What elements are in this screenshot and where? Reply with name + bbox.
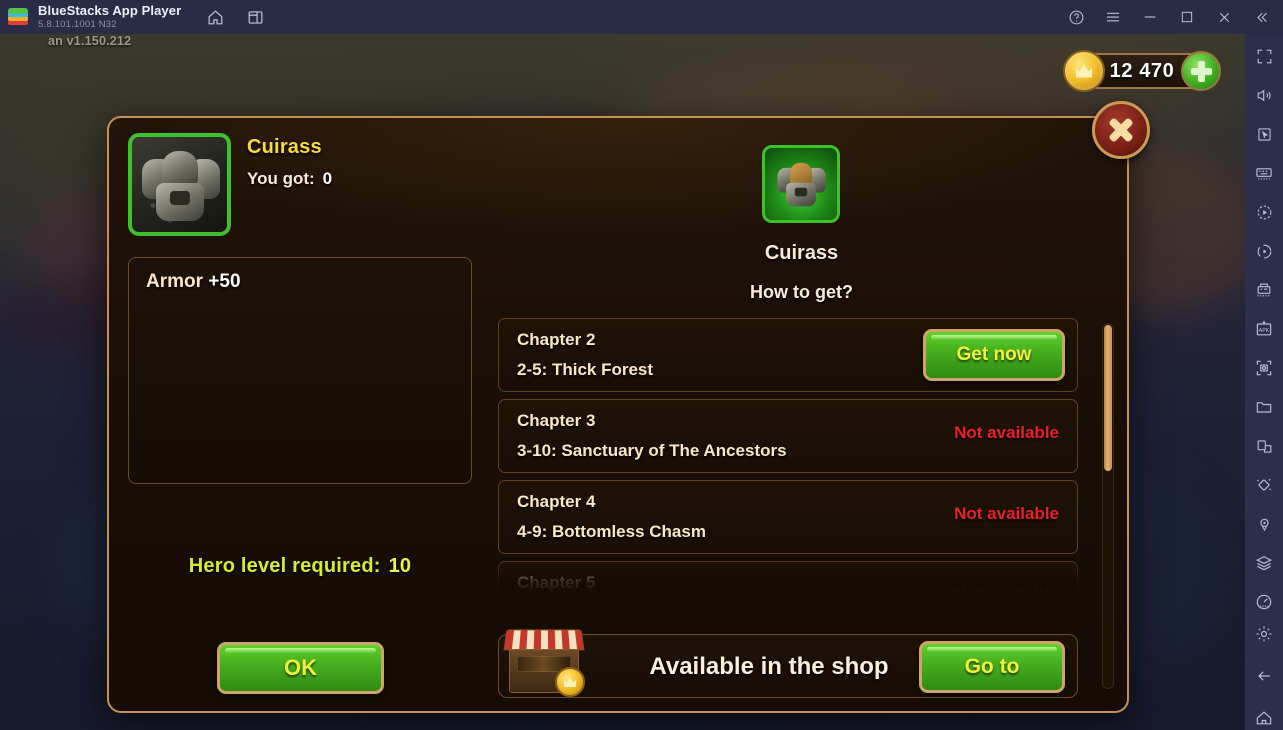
ok-button-label: OK: [284, 655, 317, 680]
add-currency-button[interactable]: [1181, 51, 1221, 91]
market-stall-icon: [497, 621, 593, 705]
bluestacks-logo-icon: [8, 8, 28, 26]
chapter-row[interactable]: Chapter 4 4-9: Bottomless Chasm Not avai…: [498, 480, 1078, 554]
close-window-icon[interactable]: [1214, 7, 1234, 27]
crown-coin-icon: [1063, 50, 1105, 92]
go-to-shop-button[interactable]: Go to: [919, 641, 1065, 693]
stat-value: +50: [208, 271, 241, 292]
chapter-list-scrollbar[interactable]: [1102, 323, 1114, 689]
shop-promo-text: Available in the shop: [649, 653, 889, 680]
help-icon[interactable]: [1066, 7, 1086, 27]
item-title-right: Cuirass: [764, 242, 839, 264]
back-icon[interactable]: [1252, 664, 1276, 688]
item-thumbnail: [128, 133, 231, 236]
close-dialog-button[interactable]: [1092, 101, 1150, 159]
how-to-get-label: How to get?: [750, 282, 853, 302]
chapter-status-badge: Not available: [954, 423, 1059, 442]
keyboard-icon[interactable]: [1252, 161, 1276, 185]
screenshot-icon[interactable]: [1252, 356, 1276, 380]
get-now-label: Get now: [956, 344, 1032, 365]
ok-button[interactable]: OK: [217, 642, 384, 694]
window-titlebar: BlueStacks App Player 5.8.101.1001 N32: [0, 0, 1283, 34]
chapter-stage: 4-9: Bottomless Chasm: [517, 522, 706, 541]
window-controls: [1066, 0, 1277, 34]
location-icon[interactable]: [1252, 512, 1276, 536]
app-version: 5.8.101.1001 N32: [38, 19, 117, 31]
chapter-number: Chapter 2: [517, 330, 596, 349]
titlebar-text-group: BlueStacks App Player 5.8.101.1001 N32: [38, 4, 181, 30]
hero-level-value: 10: [388, 555, 412, 577]
minimize-icon[interactable]: [1140, 7, 1160, 27]
performance-icon[interactable]: [1252, 590, 1276, 614]
rotate-icon[interactable]: [1252, 239, 1276, 263]
chapter-row[interactable]: Chapter 2 2-5: Thick Forest Get now: [498, 318, 1078, 392]
go-to-shop-label: Go to: [964, 655, 1020, 678]
chapter-row[interactable]: Chapter 5 5-10: Drowner's Bridge Not ava…: [498, 561, 1078, 594]
chapter-stage: 2-5: Thick Forest: [517, 360, 654, 379]
you-got-label: You got:: [247, 169, 315, 188]
stat-label: Armor: [146, 271, 204, 292]
item-owned-count: You got: 0: [247, 169, 332, 189]
item-name: Cuirass: [247, 136, 322, 158]
multi-instance-icon[interactable]: [245, 7, 265, 27]
menu-icon[interactable]: [1103, 7, 1123, 27]
copy-to-window-icon[interactable]: [1252, 434, 1276, 458]
get-now-button[interactable]: Get now: [923, 329, 1065, 381]
scrollbar-thumb[interactable]: [1104, 325, 1112, 471]
chapter-number: Chapter 4: [517, 492, 596, 511]
svg-text:APK: APK: [1259, 328, 1270, 334]
layers-icon[interactable]: [1252, 551, 1276, 575]
currency-bar: 12 470: [1063, 50, 1221, 92]
stall-coin-icon: [555, 667, 585, 697]
collapse-sidebar-icon[interactable]: [1251, 7, 1271, 27]
stall-awning: [503, 629, 585, 651]
cursor-icon[interactable]: [1252, 122, 1276, 146]
apk-install-icon[interactable]: APK: [1252, 317, 1276, 341]
hero-level-requirement: Hero level required: 10: [128, 555, 472, 578]
app-root: an v1.150.212 12 470 Cuirass You got: 0: [0, 0, 1283, 730]
settings-icon[interactable]: [1252, 622, 1276, 646]
shop-promo-bar: Available in the shop Go to: [498, 629, 1078, 698]
chapter-number: Chapter 3: [517, 411, 596, 430]
chapter-list[interactable]: Chapter 2 2-5: Thick Forest Get now Chap…: [498, 318, 1078, 594]
item-stats-panel: Armor +50: [128, 257, 472, 484]
home-nav-icon[interactable]: [1252, 706, 1276, 730]
maximize-icon[interactable]: [1177, 7, 1197, 27]
chapter-row[interactable]: Chapter 3 3-10: Sanctuary of The Ancesto…: [498, 399, 1078, 473]
chapter-number: Chapter 5: [517, 573, 596, 592]
app-title: BlueStacks App Player: [38, 3, 182, 19]
game-version-overlay: an v1.150.212: [48, 34, 132, 48]
home-icon[interactable]: [205, 7, 225, 27]
item-stat-row: Armor +50: [146, 271, 241, 293]
item-icon-large: [762, 145, 840, 223]
item-header: Cuirass You got: 0: [247, 136, 332, 189]
hero-level-label: Hero level required:: [188, 555, 381, 577]
item-info-dialog: Cuirass You got: 0 Armor +50 Hero level r…: [107, 116, 1129, 713]
chapter-status-badge: Not available: [954, 585, 1059, 594]
bluestacks-sidebar: APK: [1245, 34, 1283, 730]
macro-play-icon[interactable]: [1252, 200, 1276, 224]
multi-instance-sync-icon[interactable]: [1252, 278, 1276, 302]
shake-icon[interactable]: [1252, 473, 1276, 497]
chapter-status-badge: Not available: [954, 504, 1059, 523]
you-got-value: 0: [322, 169, 333, 188]
volume-icon[interactable]: [1252, 83, 1276, 107]
fullscreen-icon[interactable]: [1252, 44, 1276, 68]
media-folder-icon[interactable]: [1252, 395, 1276, 419]
titlebar-nav-icons: [205, 7, 265, 27]
chapter-stage: 3-10: Sanctuary of The Ancestors: [517, 441, 787, 460]
